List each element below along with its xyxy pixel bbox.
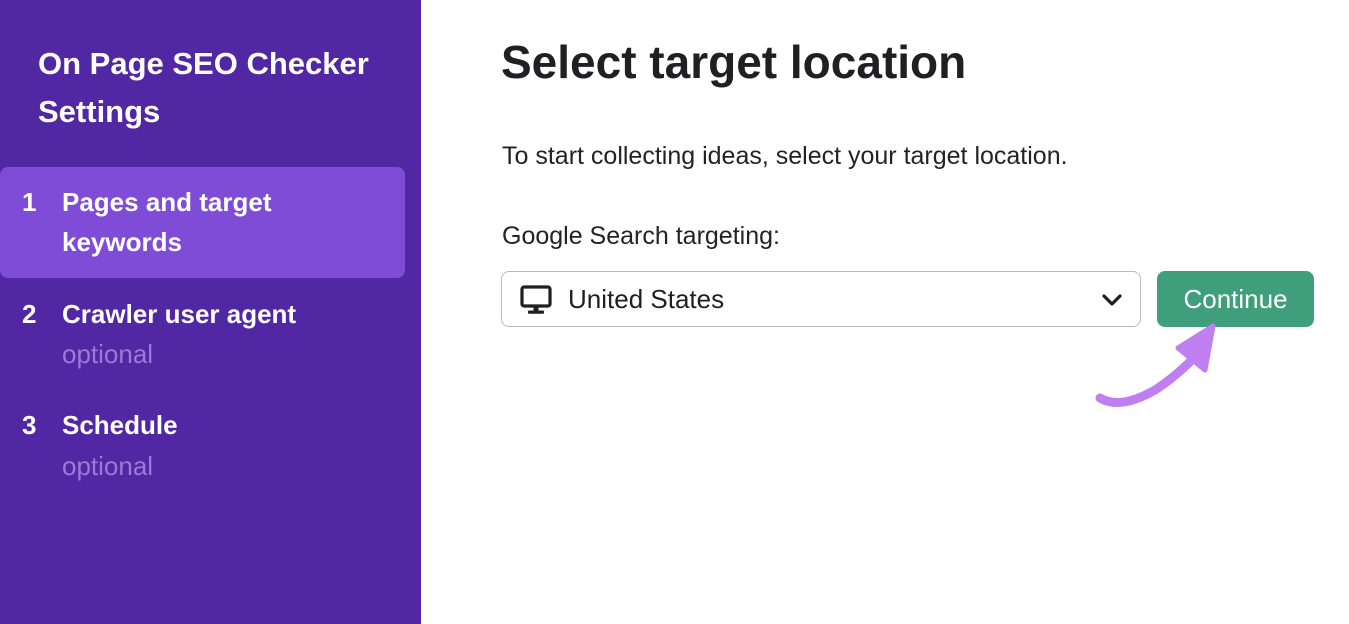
step-label: Schedule [62,410,178,440]
step-label: Pages and target keywords [62,187,272,257]
page-title: Select target location [501,36,967,88]
selected-location: United States [568,284,725,314]
step-number: 1 [22,187,37,217]
chevron-down-icon [1102,294,1122,306]
step-pages-and-keywords[interactable]: 1 Pages and target keywords [0,167,405,278]
step-number: 3 [22,410,37,440]
main-panel: Select target location To start collecti… [421,0,1349,624]
annotation-arrow-icon [1095,323,1216,407]
page-description: To start collecting ideas, select your t… [502,142,1068,170]
settings-sidebar: On Page SEO Checker Settings 1 Pages and… [0,0,421,624]
monitor-icon [520,285,552,314]
google-search-targeting-label: Google Search targeting: [502,222,780,250]
target-location-select[interactable]: United States [501,271,1141,327]
step-optional-label: optional [62,451,154,481]
step-schedule[interactable]: 3 Schedule optional [0,390,405,500]
step-label: Crawler user agent [62,299,297,329]
step-optional-label: optional [62,339,154,369]
step-number: 2 [22,299,37,329]
app-window: On Page SEO Checker Settings 1 Pages and… [0,0,1349,624]
step-crawler-user-agent[interactable]: 2 Crawler user agent optional [0,278,405,388]
sidebar-title: On Page SEO Checker Settings [38,46,369,129]
